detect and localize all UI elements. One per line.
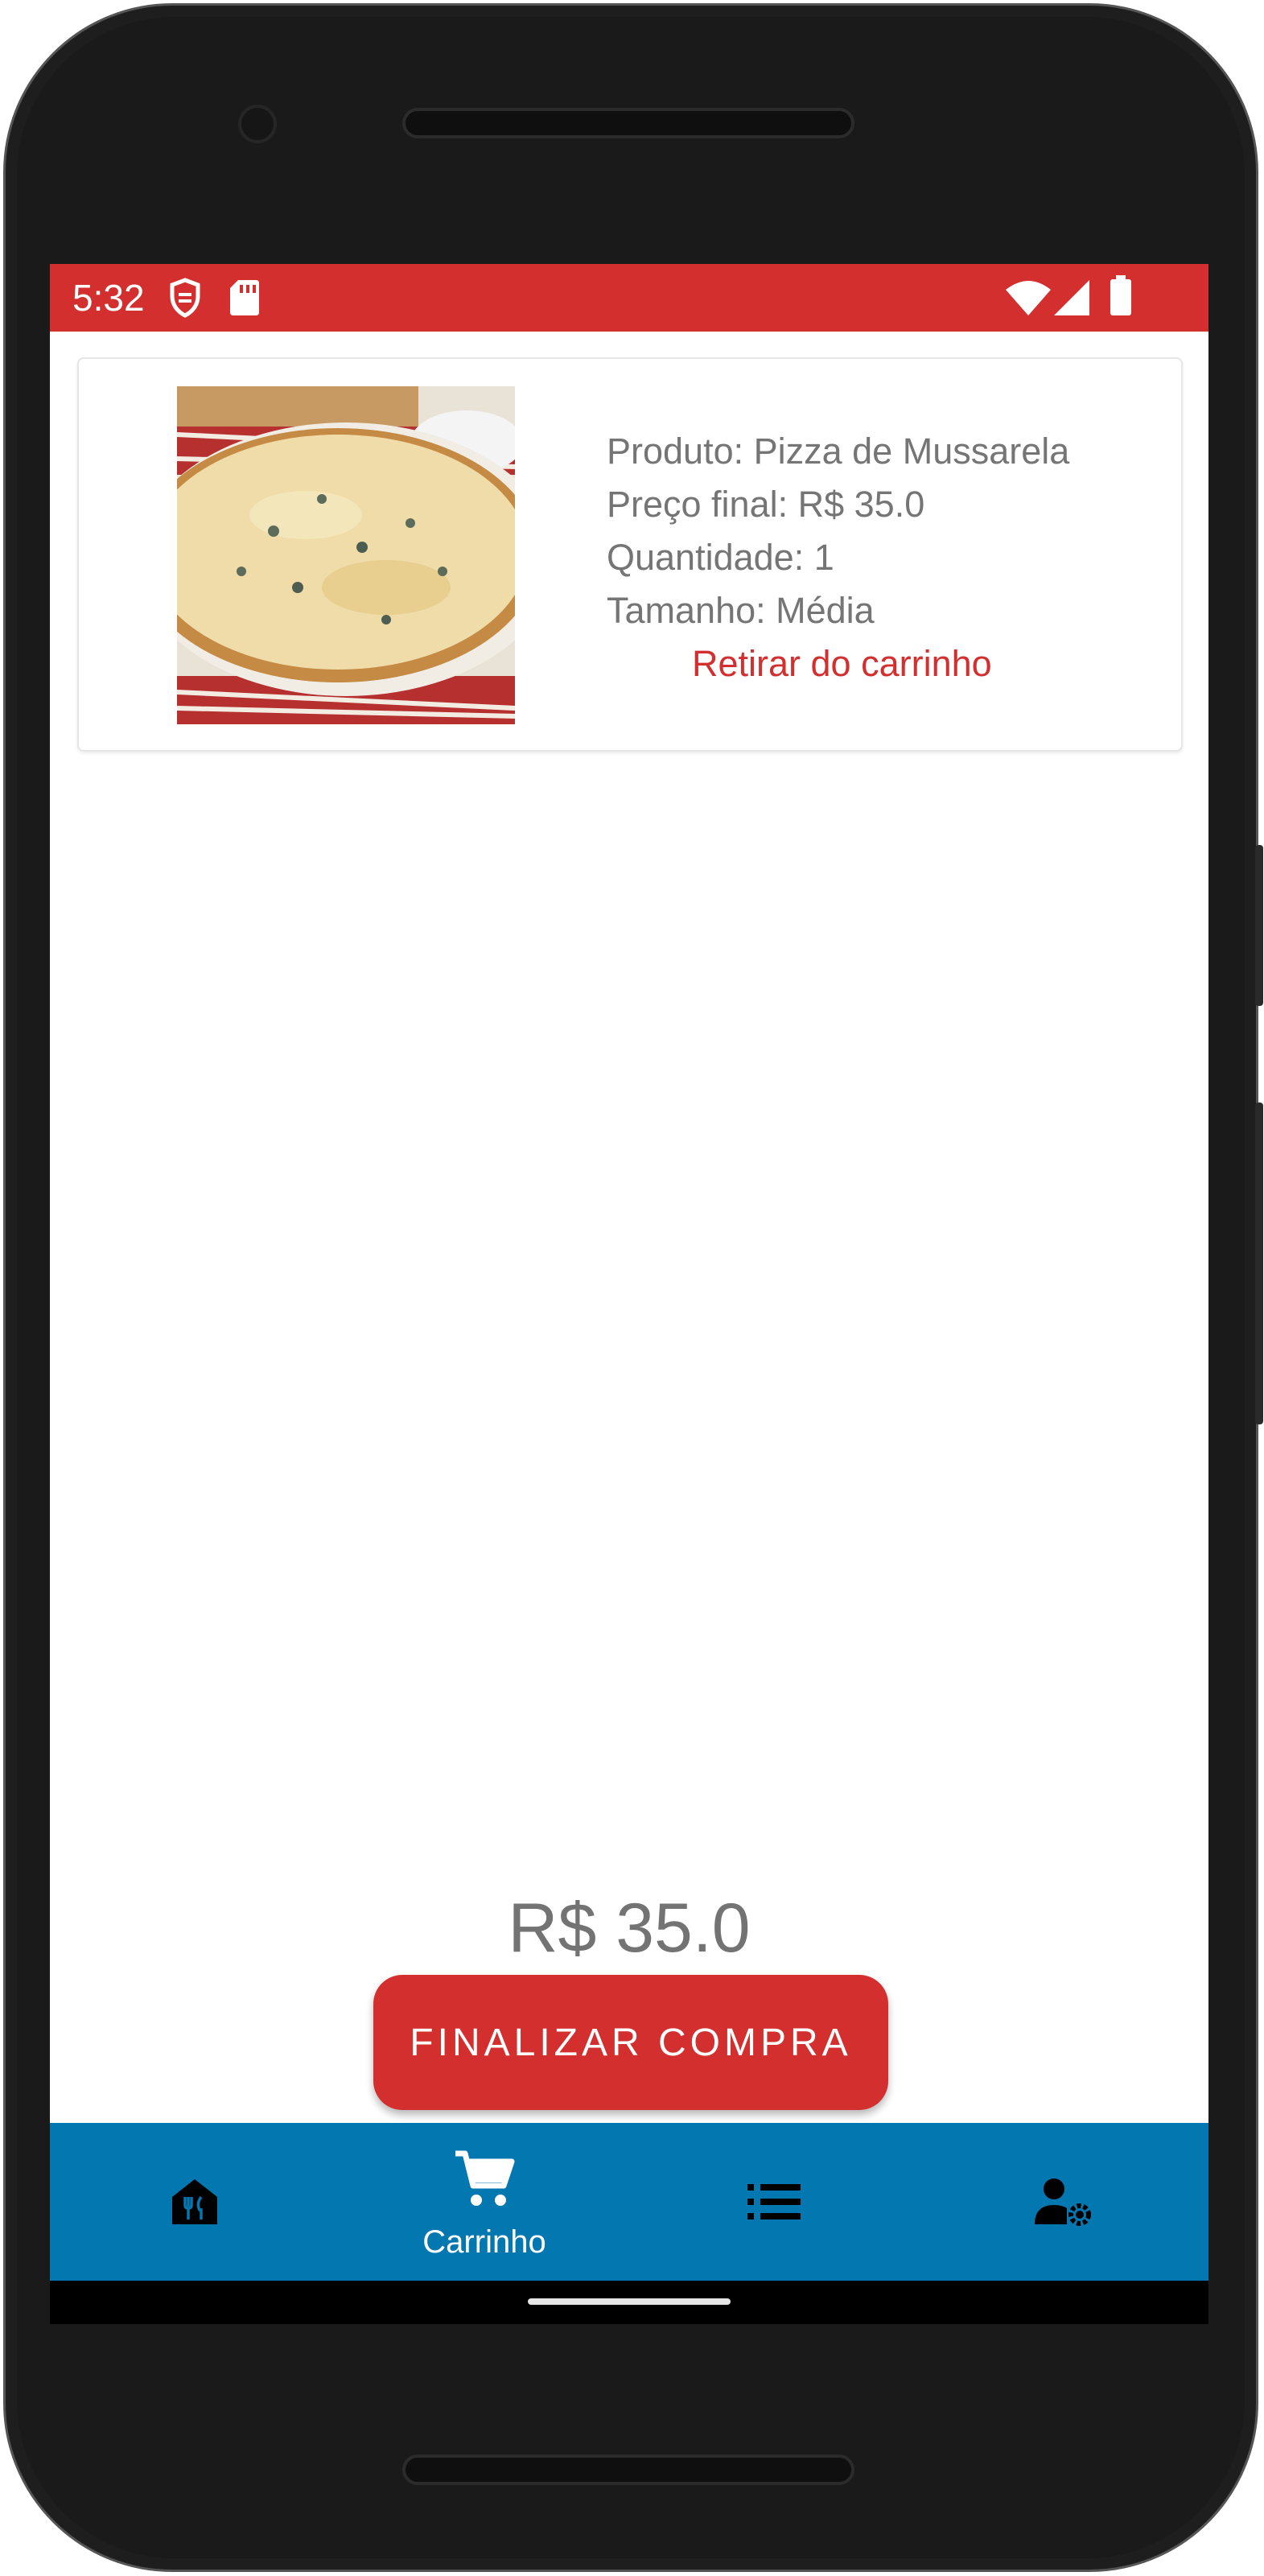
- user-settings-icon: [1035, 2178, 1091, 2226]
- wifi-icon: [1006, 280, 1051, 319]
- front-camera: [238, 105, 277, 143]
- remove-from-cart-link[interactable]: Retirar do carrinho: [607, 637, 1069, 690]
- product-name: Produto: Pizza de Mussarela: [607, 431, 1070, 472]
- list-icon: [747, 2184, 801, 2219]
- nav-item-orders[interactable]: [629, 2123, 919, 2281]
- home-indicator[interactable]: [528, 2298, 731, 2305]
- cart-item-info: Produto: Pizza de Mussarela Preço final:…: [607, 425, 1069, 690]
- nav-item-account[interactable]: [919, 2123, 1208, 2281]
- cart-item-card: Produto: Pizza de Mussarela Preço final:…: [77, 357, 1183, 752]
- bottom-navigation: Carrinho: [50, 2123, 1208, 2281]
- nav-item-cart[interactable]: Carrinho: [340, 2123, 629, 2281]
- pizza-photo: [177, 386, 515, 724]
- volume-button: [1255, 1103, 1263, 1424]
- quantity: Quantidade: 1: [607, 537, 834, 578]
- nav-item-home[interactable]: [50, 2123, 340, 2281]
- top-speaker: [402, 108, 854, 138]
- cart-icon: [455, 2150, 515, 2206]
- power-button: [1255, 845, 1263, 1006]
- restaurant-home-icon: [172, 2179, 217, 2224]
- shield-icon: [169, 277, 201, 323]
- signal-icon: [1054, 280, 1091, 319]
- checkout-button[interactable]: FINALIZAR COMPRA: [373, 1975, 888, 2110]
- nav-label-cart: Carrinho: [422, 2224, 546, 2260]
- bottom-speaker: [402, 2454, 854, 2485]
- app-screen: 5:32 Produto: Pizza de Mussarela Preço f…: [50, 264, 1208, 2324]
- status-time: 5:32: [72, 277, 145, 319]
- status-bar: 5:32: [50, 264, 1208, 332]
- size: Tamanho: Média: [607, 590, 875, 631]
- final-price: Preço final: R$ 35.0: [607, 484, 925, 525]
- sd-card-icon: [229, 277, 261, 321]
- cart-total: R$ 35.0: [508, 1890, 751, 1967]
- battery-icon: [1109, 275, 1133, 321]
- gesture-bar: [50, 2281, 1208, 2324]
